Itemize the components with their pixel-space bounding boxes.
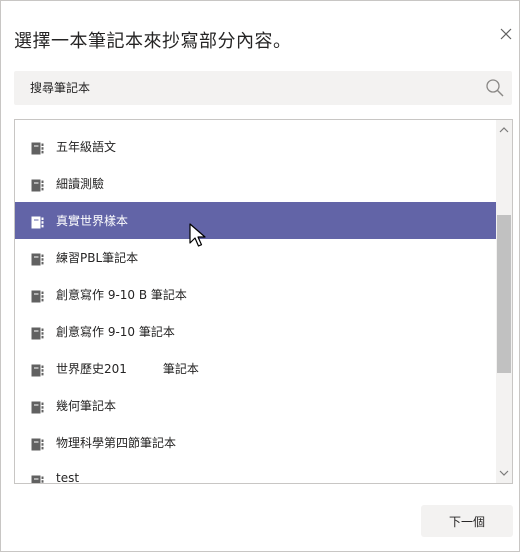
notebook-picker-dialog: 選擇一本筆記本來抄寫部分內容。 五年級語文 xyxy=(0,0,520,552)
notebook-label: test xyxy=(56,471,80,484)
notebook-icon xyxy=(31,325,44,340)
search-box xyxy=(14,71,512,105)
notebook-label: 世界歷史201 筆記本 xyxy=(56,362,199,376)
notebook-list-item[interactable]: 真實世界樣本 xyxy=(15,202,496,239)
notebook-label: 練習PBL筆記本 xyxy=(56,251,139,265)
search-input[interactable] xyxy=(14,71,474,105)
notebook-icon xyxy=(31,177,44,192)
notebook-list-item[interactable]: 創意寫作 9-10 B 筆記本 xyxy=(15,276,496,313)
scrollbar[interactable] xyxy=(496,120,512,483)
notebook-list-item[interactable]: 創意寫作 9-10 筆記本 xyxy=(15,313,496,350)
scrollbar-thumb[interactable] xyxy=(497,215,511,373)
notebook-icon xyxy=(31,140,44,155)
close-icon[interactable] xyxy=(497,25,515,43)
scroll-up-icon[interactable] xyxy=(496,122,512,138)
notebook-list-item[interactable]: 五年級語文 xyxy=(15,128,496,165)
dialog-title: 選擇一本筆記本來抄寫部分內容。 xyxy=(14,31,292,52)
notebook-label: 創意寫作 9-10 B 筆記本 xyxy=(56,288,187,302)
notebook-list-item[interactable]: test xyxy=(15,461,496,484)
notebook-icon xyxy=(31,288,44,303)
notebook-icon xyxy=(31,399,44,414)
notebook-label: 真實世界樣本 xyxy=(56,214,129,228)
notebook-list-item[interactable]: 物理科學第四節筆記本 xyxy=(15,424,496,461)
notebook-icon xyxy=(31,251,44,266)
notebook-icon xyxy=(31,214,44,229)
notebook-list: 五年級語文 細讀測驗 真實世界樣本 練習PBL筆記本 創意寫作 9-10 B 筆… xyxy=(14,119,513,484)
notebook-label: 幾何筆記本 xyxy=(56,399,117,413)
notebook-label: 創意寫作 9-10 筆記本 xyxy=(56,325,175,339)
notebook-label: 物理科學第四節筆記本 xyxy=(56,436,177,450)
notebook-label: 五年級語文 xyxy=(56,140,117,154)
notebook-list-item[interactable]: 練習PBL筆記本 xyxy=(15,239,496,276)
scroll-down-icon[interactable] xyxy=(496,465,512,481)
notebook-icon xyxy=(31,436,44,451)
notebook-list-item[interactable]: 世界歷史201 筆記本 xyxy=(15,350,496,387)
next-button[interactable]: 下一個 xyxy=(421,505,513,537)
notebook-icon xyxy=(31,473,44,483)
mouse-pointer-icon xyxy=(189,223,209,249)
notebook-list-item[interactable]: 細讀測驗 xyxy=(15,165,496,202)
notebook-list-items: 五年級語文 細讀測驗 真實世界樣本 練習PBL筆記本 創意寫作 9-10 B 筆… xyxy=(15,128,496,484)
search-icon[interactable] xyxy=(484,77,506,99)
notebook-list-item[interactable]: 幾何筆記本 xyxy=(15,387,496,424)
notebook-icon xyxy=(31,362,44,377)
notebook-label: 細讀測驗 xyxy=(56,177,105,191)
